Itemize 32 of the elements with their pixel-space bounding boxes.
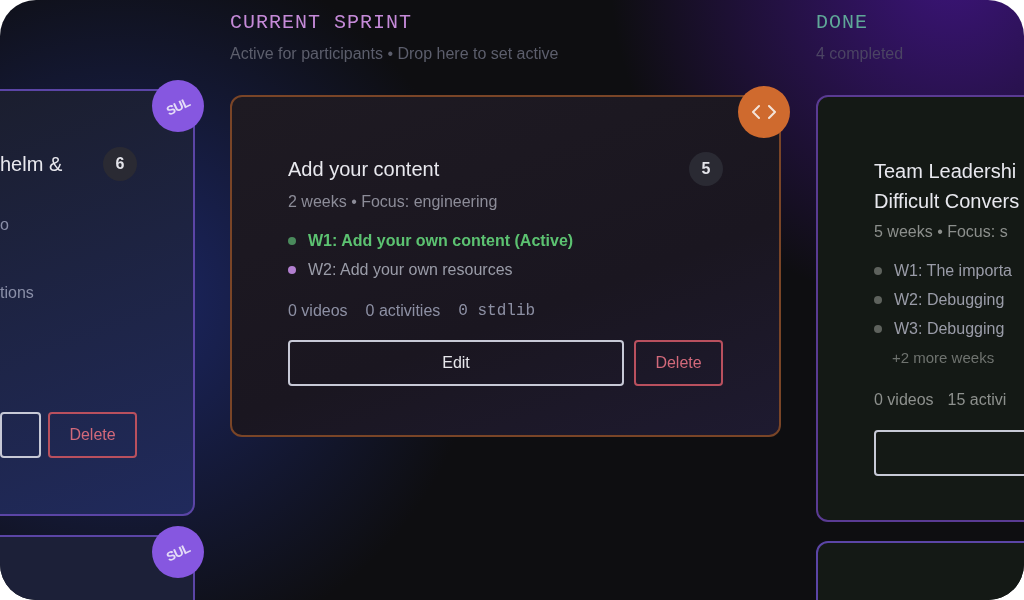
card-text: tions	[0, 283, 35, 303]
edit-button[interactable]: Edit	[288, 340, 624, 386]
code-badge[interactable]	[738, 86, 790, 138]
week-item: W2: Add your own resources	[308, 260, 513, 280]
code-icon	[751, 104, 777, 120]
week-item: W1: The importa	[894, 261, 1012, 281]
week-item: W2: Debugging	[894, 290, 1005, 310]
week-item: W3: Debugging	[894, 319, 1005, 339]
card-title: Difficult Convers	[874, 189, 1021, 214]
stat-text: 15 activi	[947, 389, 1007, 410]
stat-text: 0 videos	[874, 389, 934, 410]
logo-text: SUL	[164, 541, 192, 563]
week-item: W1: Add your own content (Active)	[308, 231, 574, 251]
count-badge: 6	[103, 147, 137, 181]
card-title: Add your content	[288, 157, 440, 182]
logo-text: SUL	[164, 95, 192, 117]
card-text: o	[0, 215, 10, 235]
more-weeks-link[interactable]: +2 more weeks	[892, 347, 1024, 370]
column-title: DONE	[816, 10, 869, 36]
stat-text: 0 stdlib	[458, 301, 536, 322]
column-title: CURRENT SPRINT	[230, 10, 414, 36]
column-subtitle: Active for participants • Drop here to set active	[230, 44, 560, 64]
stat-text: 0 activities	[365, 301, 441, 321]
count-badge: 5	[689, 152, 723, 186]
card-title: helm &	[0, 152, 63, 177]
delete-button[interactable]: Delete	[634, 340, 723, 386]
stat-text: 0 videos	[288, 301, 348, 321]
delete-button[interactable]: Delete	[48, 412, 137, 458]
edit-button[interactable]	[0, 412, 41, 458]
card-subtitle: 2 weeks • Focus: engineering	[288, 192, 499, 212]
card-subtitle: 5 weeks • Focus: s	[874, 222, 1009, 242]
card-title: Team Leadershi	[874, 159, 1018, 184]
